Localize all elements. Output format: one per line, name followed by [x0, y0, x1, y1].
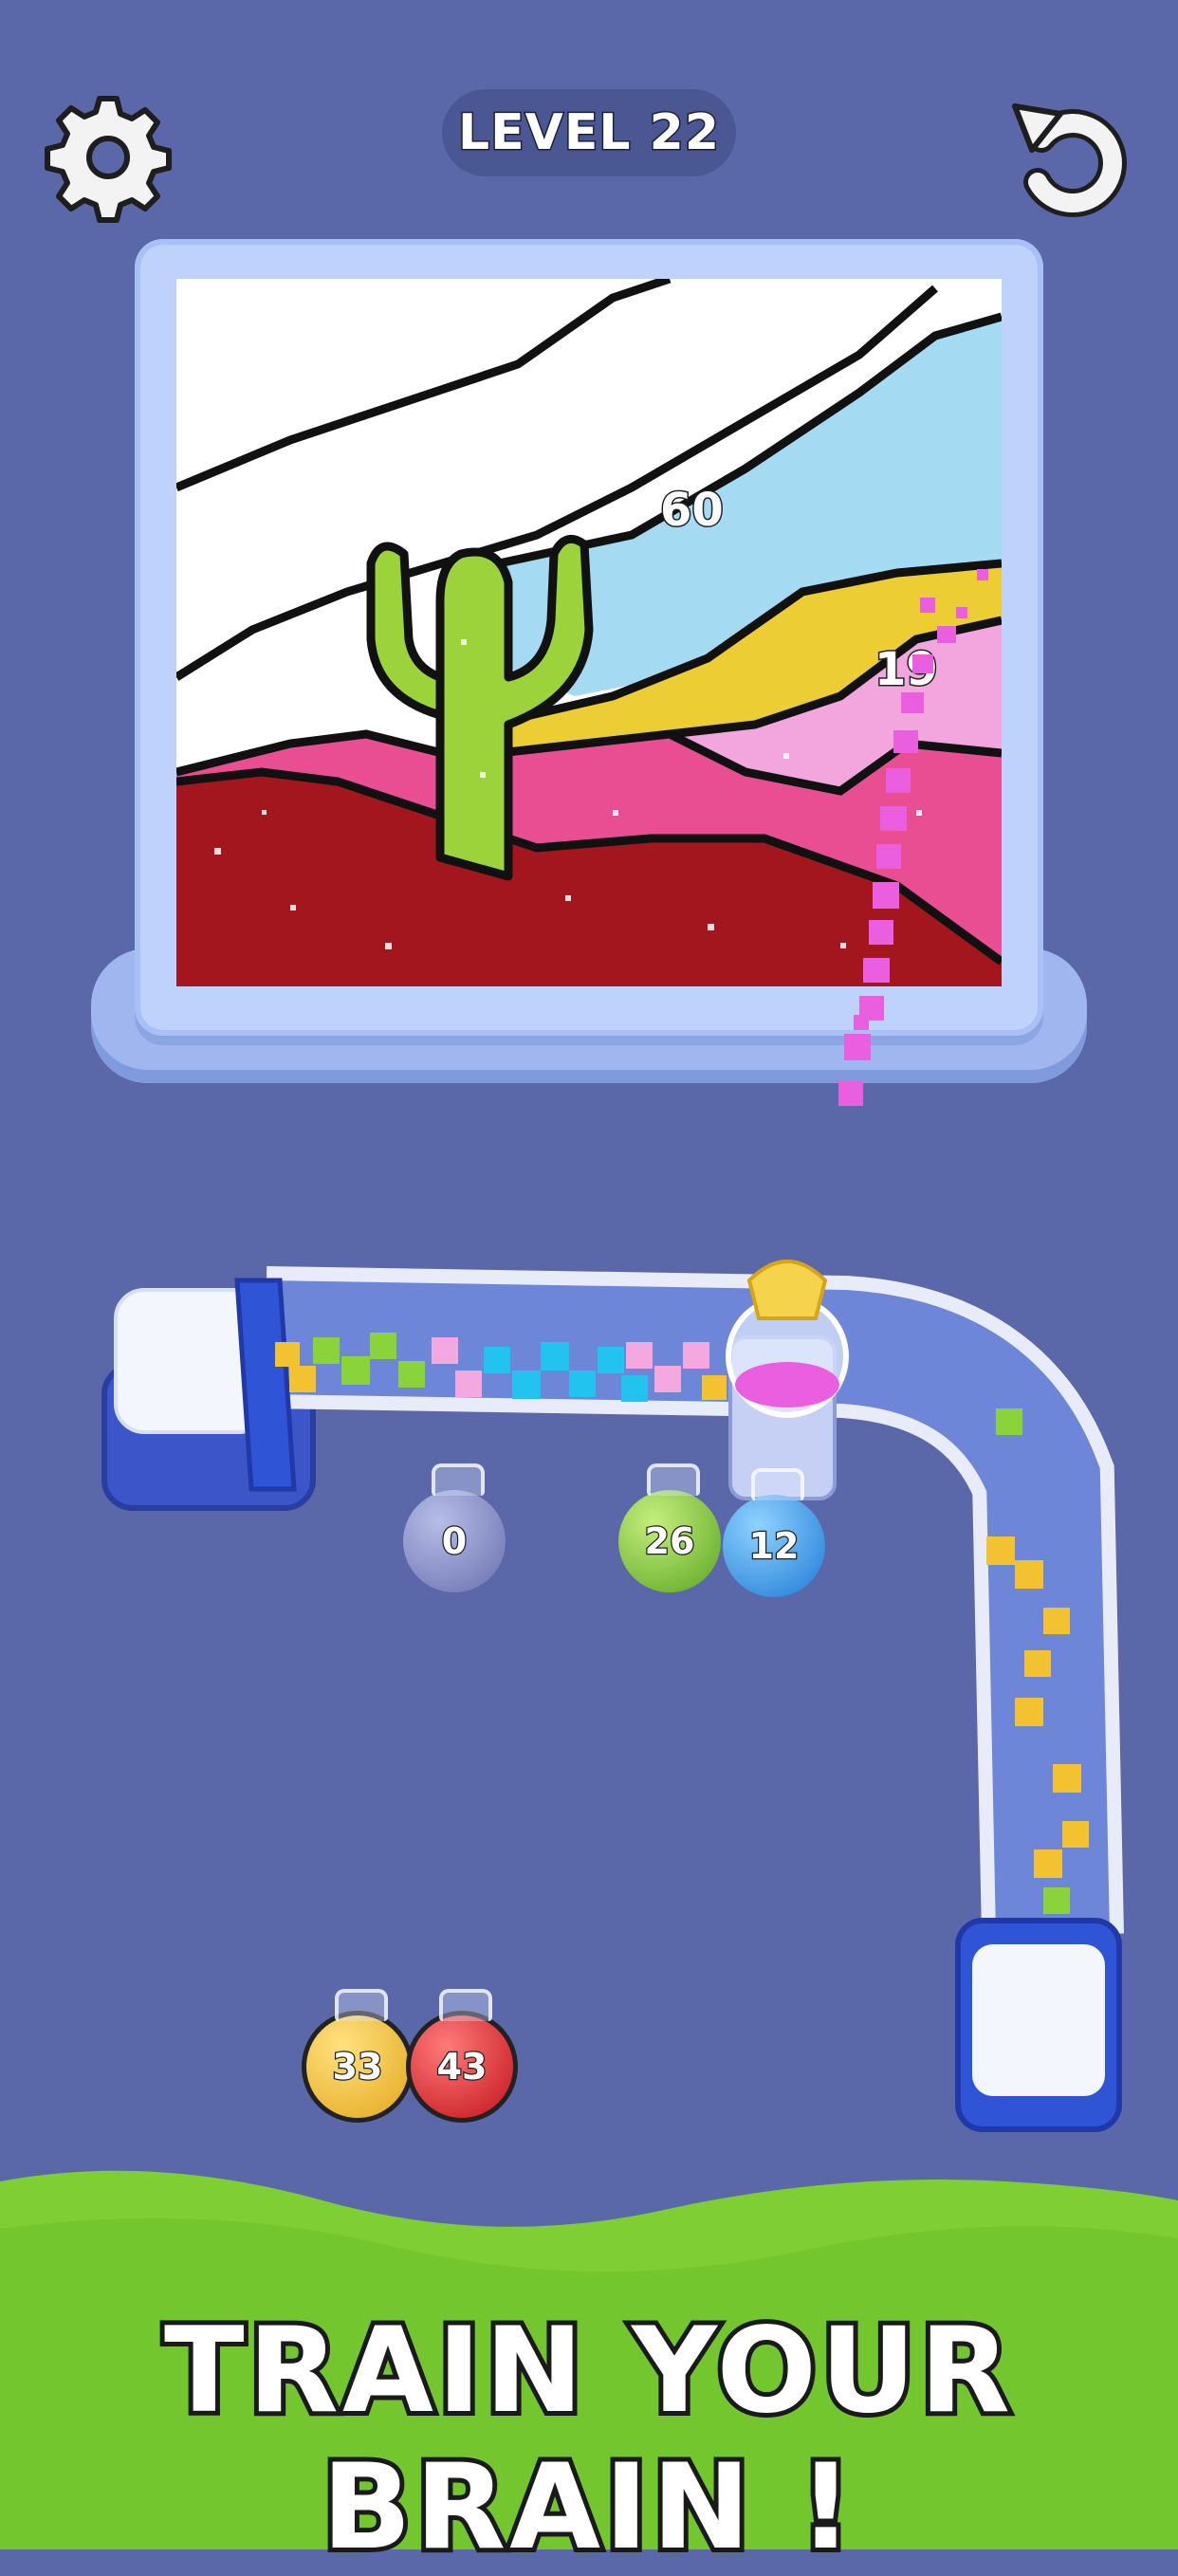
gear-icon	[45, 96, 172, 223]
jar-count: 12	[747, 1524, 800, 1569]
jar-neck	[439, 1989, 492, 2021]
jar-neck	[751, 1468, 804, 1500]
queued-jar[interactable]: 33	[302, 1989, 414, 2123]
queued-jar[interactable]: 43	[406, 1989, 518, 2123]
queued-jar-count: 33	[331, 2045, 383, 2089]
level-indicator: LEVEL 22	[442, 89, 736, 176]
jar-neck	[335, 1989, 388, 2021]
jar-counter[interactable]: 0	[403, 1463, 506, 1592]
restart-arrow-icon	[1012, 103, 1127, 217]
jar-count: 0	[440, 1519, 468, 1564]
conveyor-belt	[101, 1260, 1124, 2132]
slogan-text: TRAIN YOUR BRAIN !	[159, 2298, 1015, 2576]
jar-counter[interactable]: 26	[618, 1463, 721, 1592]
jar-neck	[432, 1463, 485, 1496]
jar-counter[interactable]: 12	[723, 1468, 825, 1597]
jar-neck	[647, 1463, 700, 1496]
queued-jar-count: 43	[435, 2045, 488, 2089]
region-number-sky: 60	[659, 483, 726, 539]
sand-stream	[838, 569, 988, 1106]
settings-button[interactable]	[42, 91, 175, 224]
level-title: LEVEL 22	[456, 103, 721, 163]
jar-count: 26	[643, 1519, 695, 1564]
slogan-banner: TRAIN YOUR BRAIN !	[0, 2298, 1178, 2576]
restart-button[interactable]	[1003, 91, 1136, 224]
